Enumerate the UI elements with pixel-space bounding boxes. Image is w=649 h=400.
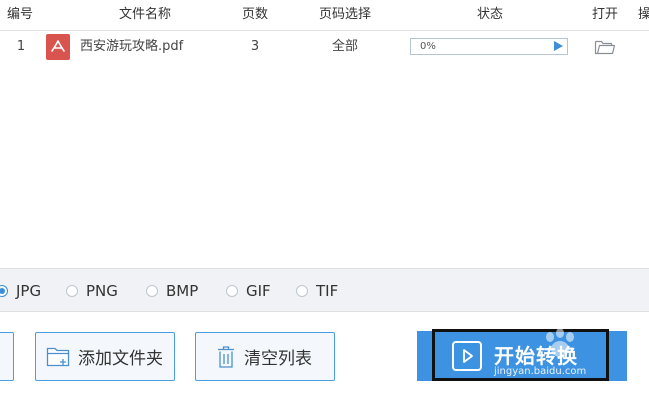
progress-bar: 0% bbox=[410, 38, 568, 55]
format-label-tif: TIF bbox=[316, 282, 339, 300]
radio-bmp[interactable] bbox=[146, 285, 158, 297]
header-open: 打开 bbox=[591, 7, 618, 22]
table-header: 编号 文件名称 页数 页码选择 状态 打开 操 bbox=[0, 0, 649, 31]
row-filename: 西安游玩攻略.pdf bbox=[80, 39, 184, 54]
radio-tif[interactable] bbox=[296, 285, 308, 297]
row-page-select[interactable]: 全部 bbox=[325, 31, 365, 63]
radio-jpg[interactable] bbox=[0, 285, 8, 297]
header-filename: 文件名称 bbox=[118, 7, 171, 22]
format-label-jpg: JPG bbox=[16, 282, 42, 300]
format-label-bmp: BMP bbox=[166, 282, 199, 300]
play-icon[interactable] bbox=[554, 41, 563, 51]
format-label-png: PNG bbox=[86, 282, 118, 300]
add-folder-icon bbox=[46, 346, 72, 368]
clear-list-label: 清空列表 bbox=[244, 349, 312, 369]
format-label-gif: GIF bbox=[246, 282, 271, 300]
watermark-url: jingyan.baidu.com bbox=[494, 366, 587, 377]
format-option-tif[interactable]: TIF bbox=[296, 269, 338, 313]
format-option-bmp[interactable]: BMP bbox=[146, 269, 198, 313]
add-folder-label: 添加文件夹 bbox=[78, 349, 163, 369]
clear-list-button[interactable]: 清空列表 bbox=[195, 332, 335, 381]
header-operate: 操 bbox=[638, 7, 649, 22]
open-folder-icon[interactable] bbox=[594, 38, 616, 56]
add-folder-button[interactable]: 添加文件夹 bbox=[35, 332, 175, 381]
row-index: 1 bbox=[16, 39, 26, 54]
format-option-png[interactable]: PNG bbox=[66, 269, 118, 313]
format-option-gif[interactable]: GIF bbox=[226, 269, 271, 313]
add-file-button[interactable] bbox=[0, 332, 14, 381]
format-option-jpg[interactable]: JPG bbox=[0, 269, 41, 313]
header-status: 状态 bbox=[476, 7, 503, 22]
row-pages: 3 bbox=[250, 39, 260, 54]
pdf-icon bbox=[46, 34, 70, 60]
progress-text: 0% bbox=[420, 41, 436, 52]
format-bar: JPG PNG BMP GIF TIF bbox=[0, 268, 649, 312]
radio-gif[interactable] bbox=[226, 285, 238, 297]
header-index: 编号 bbox=[6, 7, 33, 22]
radio-png[interactable] bbox=[66, 285, 78, 297]
header-page-select: 页码选择 bbox=[318, 7, 371, 22]
paw-watermark-icon bbox=[540, 327, 580, 361]
play-button-icon bbox=[452, 341, 482, 371]
trash-icon bbox=[216, 345, 236, 369]
header-pages: 页数 bbox=[241, 7, 268, 22]
table-row[interactable]: 1 西安游玩攻略.pdf 3 全部 0% bbox=[0, 31, 649, 63]
